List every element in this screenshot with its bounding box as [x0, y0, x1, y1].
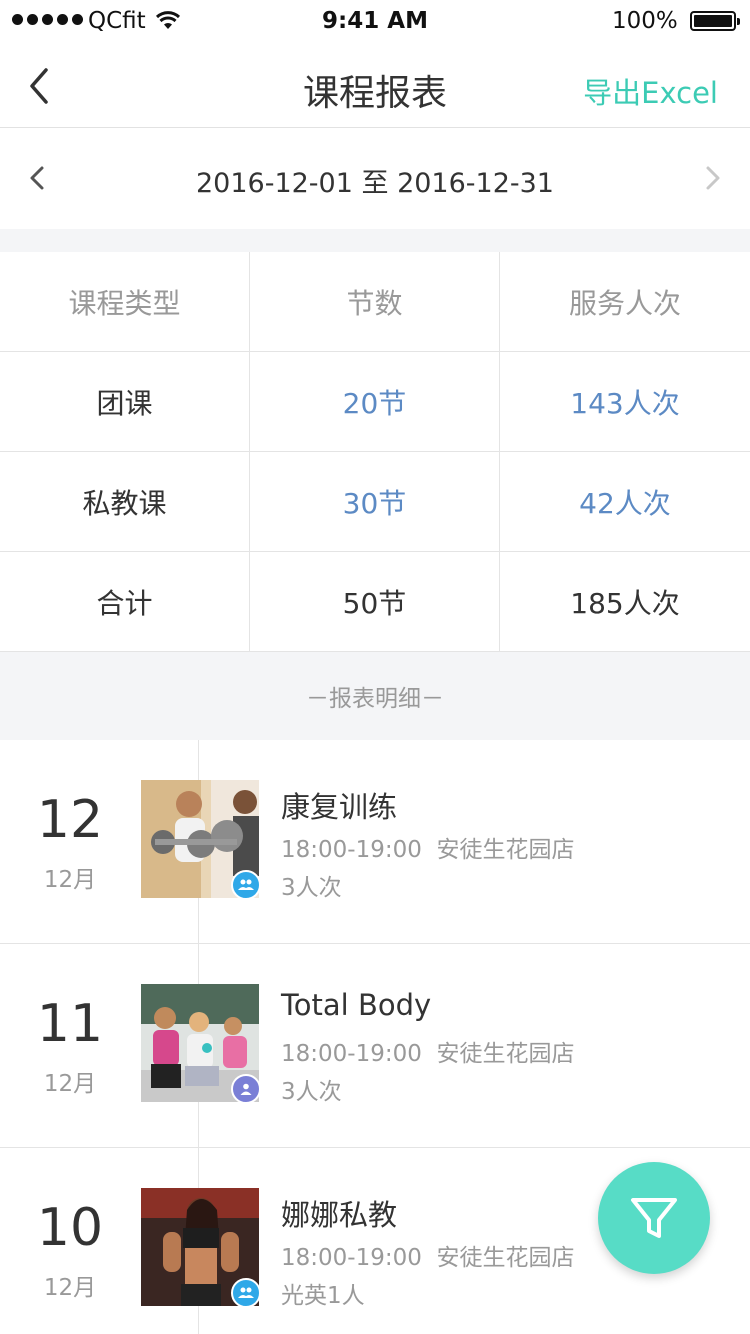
course-time: 18:00-19:00 — [281, 837, 422, 863]
item-month: 12月 — [43, 1071, 97, 1097]
item-day: 11 — [36, 994, 104, 1054]
course-time-location: 18:00-19:00 安徒生花园店 — [281, 830, 575, 864]
column-header-course-type: 课程类型 — [0, 252, 250, 351]
column-header-sessions: 节数 — [250, 252, 500, 351]
course-store: 安徒生花园店 — [436, 1041, 575, 1067]
item-month: 12月 — [43, 1275, 97, 1301]
filter-button[interactable] — [598, 1162, 710, 1274]
course-time: 18:00-19:00 — [281, 1041, 422, 1067]
course-store: 安徒生花园店 — [436, 837, 575, 863]
group-class-badge-icon — [231, 1278, 261, 1308]
date-range-text[interactable]: 2016-12-01 至 2016-12-31 — [0, 161, 750, 200]
item-day: 10 — [36, 1198, 104, 1258]
attendance-count: 3人次 — [281, 875, 342, 901]
summary-row-group-class: 团课 20节 143人次 — [0, 352, 750, 452]
date-range-bar: 2016-12-01 至 2016-12-31 — [0, 128, 750, 229]
column-header-service-count: 服务人次 — [568, 286, 681, 320]
detail-section-header: －报表明细－ — [0, 652, 750, 740]
chevron-right-icon — [706, 166, 720, 190]
service-count-cell[interactable]: 42人次 — [500, 452, 750, 551]
course-name: 娜娜私教 — [281, 1198, 398, 1232]
course-type-cell: 私教课 — [0, 452, 250, 551]
attendance-count: 光英1人 — [281, 1283, 365, 1309]
battery-percent: 100% — [612, 8, 678, 34]
sessions-cell[interactable]: 30节 — [250, 452, 500, 551]
private-class-badge-icon — [231, 1074, 261, 1104]
list-item[interactable]: 12 12月 康复训练 18:00-19:00 安徒生花园店 3人次 — [0, 740, 750, 944]
export-excel-button[interactable]: 导出Excel — [583, 70, 718, 112]
service-count-cell: 185人次 — [570, 586, 680, 620]
attendance-count: 3人次 — [281, 1079, 342, 1105]
summary-header-row: 课程类型 节数 服务人次 — [0, 252, 750, 352]
sessions-cell[interactable]: 20节 — [250, 352, 500, 451]
item-month: 12月 — [43, 867, 97, 893]
course-type-cell: 合计 — [0, 552, 250, 651]
course-name: Total Body — [281, 988, 432, 1022]
group-class-badge-icon — [231, 870, 261, 900]
course-type-cell: 团课 — [0, 352, 250, 451]
sessions-cell: 50节 — [250, 552, 500, 651]
course-name: 康复训练 — [281, 790, 398, 824]
next-month-button[interactable] — [698, 164, 726, 192]
course-time-location: 18:00-19:00 安徒生花园店 — [281, 1238, 575, 1272]
summary-row-private-class: 私教课 30节 42人次 — [0, 452, 750, 552]
nav-bar: 课程报表 导出Excel — [0, 40, 750, 128]
service-count-cell[interactable]: 143人次 — [500, 352, 750, 451]
course-store: 安徒生花园店 — [436, 1245, 575, 1271]
course-time-location: 18:00-19:00 安徒生花园店 — [281, 1034, 575, 1068]
item-day: 12 — [36, 790, 104, 850]
status-bar: QCfit 9:41 AM 100% — [0, 0, 750, 40]
battery-icon — [690, 11, 740, 31]
summary-row-total: 合计 50节 185人次 — [0, 552, 750, 652]
section-divider — [0, 229, 750, 252]
list-item[interactable]: 11 12月 Total Body 18:00-19:00 安徒生花园店 3人次 — [0, 944, 750, 1148]
summary-table: 课程类型 节数 服务人次 团课 20节 143人次 私教课 30节 42人次 合… — [0, 252, 750, 652]
course-time: 18:00-19:00 — [281, 1245, 422, 1271]
filter-icon — [631, 1198, 677, 1238]
